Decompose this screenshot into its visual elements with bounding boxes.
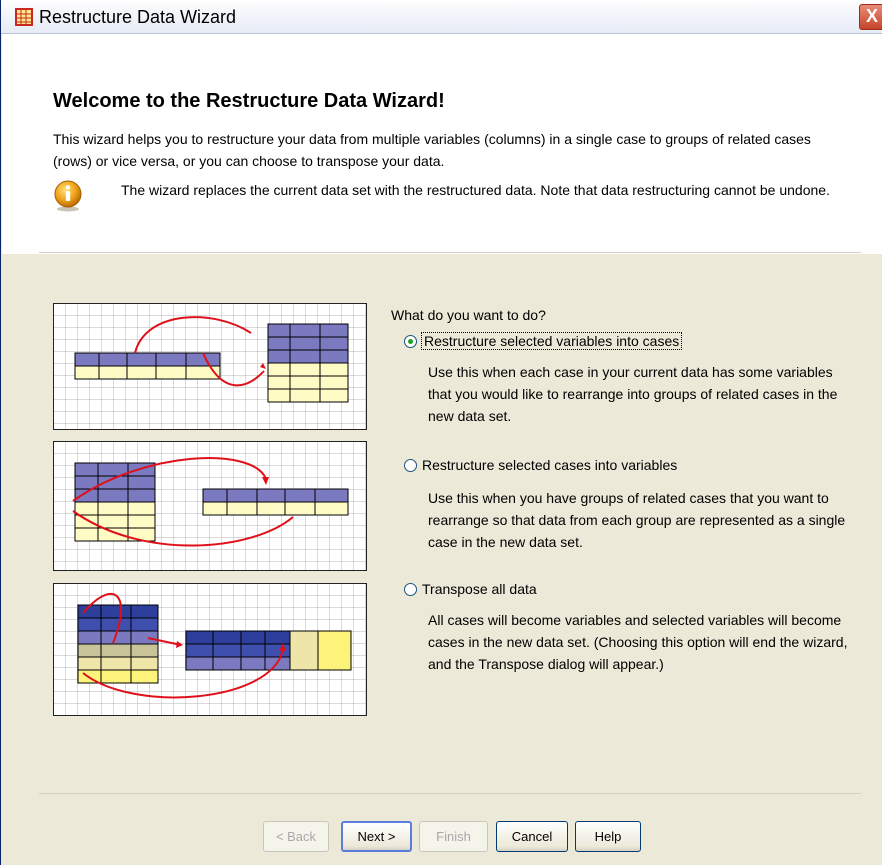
window-title: Restructure Data Wizard — [39, 7, 237, 27]
option-description: Use this when you have groups of related… — [428, 490, 846, 550]
wizard-window: Restructure Data Wizard X Welcome to the… — [0, 0, 882, 865]
option-variables-to-cases[interactable]: Restructure selected variables into case… — [404, 332, 683, 350]
info-icon — [54, 180, 82, 212]
warning-note: The wizard replaces the current data set… — [121, 182, 830, 198]
close-icon: X — [865, 6, 878, 26]
intro-text: This wizard helps you to restructure you… — [53, 131, 811, 169]
option-description: Use this when each case in your current … — [428, 364, 838, 424]
close-button[interactable]: X — [859, 4, 882, 30]
option-description: All cases will become variables and sele… — [428, 612, 848, 672]
back-button[interactable]: < Back — [263, 821, 329, 852]
radio-selected-icon[interactable] — [404, 335, 417, 348]
illustration-transpose — [53, 583, 367, 716]
option-label[interactable]: Transpose all data — [422, 581, 537, 597]
radio-icon[interactable] — [404, 583, 417, 596]
title-bar[interactable]: Restructure Data Wizard X — [1, 0, 882, 34]
finish-button[interactable]: Finish — [419, 821, 488, 852]
page-title: Welcome to the Restructure Data Wizard! — [53, 90, 445, 112]
cancel-button[interactable]: Cancel — [496, 821, 568, 852]
help-button[interactable]: Help — [575, 821, 641, 852]
radio-icon[interactable] — [404, 459, 417, 472]
illustration-cases-to-variables — [53, 441, 367, 571]
divider — [39, 793, 861, 794]
option-label[interactable]: Restructure selected cases into variable… — [422, 457, 677, 473]
divider — [39, 252, 861, 253]
next-button[interactable]: Next > — [341, 821, 412, 852]
question-label: What do you want to do? — [391, 307, 546, 323]
option-label[interactable]: Restructure selected variables into case… — [420, 332, 683, 350]
illustration-variables-to-cases — [53, 303, 367, 430]
option-transpose[interactable]: Transpose all data — [404, 581, 537, 597]
data-grid-icon — [15, 8, 33, 26]
option-cases-to-variables[interactable]: Restructure selected cases into variable… — [404, 457, 677, 473]
